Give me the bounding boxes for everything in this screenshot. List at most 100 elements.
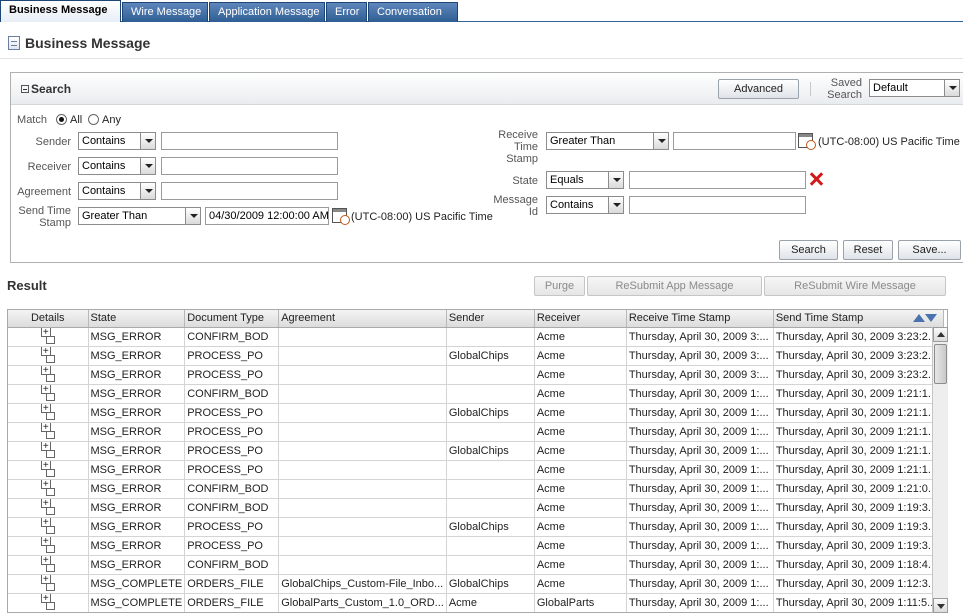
expand-details-icon[interactable] xyxy=(40,422,55,439)
table-row[interactable]: MSG_ERRORPROCESS_POGlobalChipsAcmeThursd… xyxy=(8,441,944,461)
collapse-icon[interactable] xyxy=(21,85,29,93)
state-operator-select[interactable]: Equals xyxy=(546,171,624,189)
agreement-operator-select[interactable]: Contains xyxy=(78,182,156,200)
table-row[interactable]: MSG_ERRORCONFIRM_BODAcmeThursday, April … xyxy=(8,498,944,518)
saved-search-select[interactable]: Default xyxy=(869,79,960,97)
purge-button[interactable]: Purge xyxy=(534,276,585,296)
message-id-operator-select[interactable]: Contains xyxy=(546,196,624,214)
tab-wire-message[interactable]: Wire Message xyxy=(122,2,208,22)
tab-business-message[interactable]: Business Message xyxy=(0,0,121,22)
sort-ascending-icon[interactable] xyxy=(912,314,925,322)
expand-details-icon[interactable] xyxy=(40,441,55,458)
expand-details-icon[interactable] xyxy=(40,498,55,515)
table-row[interactable]: MSG_ERRORPROCESS_POAcmeThursday, April 3… xyxy=(8,422,944,442)
expand-details-icon[interactable] xyxy=(40,555,55,572)
column-header-agreement[interactable]: Agreement xyxy=(278,310,447,328)
column-header-receiver[interactable]: Receiver xyxy=(534,310,627,328)
receive-time-input[interactable] xyxy=(673,132,796,150)
column-header-state[interactable]: State xyxy=(88,310,186,328)
expand-details-icon[interactable] xyxy=(40,403,55,420)
match-any-radio[interactable] xyxy=(88,114,99,125)
expand-details-icon[interactable] xyxy=(40,536,55,553)
column-header-details[interactable]: Details xyxy=(8,310,89,328)
expand-details-icon[interactable] xyxy=(40,574,55,591)
tab-conversation[interactable]: Conversation xyxy=(368,2,458,22)
details-cell[interactable] xyxy=(8,498,89,518)
details-cell[interactable] xyxy=(8,346,89,366)
scroll-thumb[interactable] xyxy=(934,344,947,384)
receive-time-operator-select[interactable]: Greater Than xyxy=(546,132,669,150)
resubmit-wire-message-button[interactable]: ReSubmit Wire Message xyxy=(764,276,946,296)
receiver-input[interactable] xyxy=(161,157,338,175)
message-id-input[interactable] xyxy=(629,196,806,214)
table-row[interactable]: MSG_ERRORCONFIRM_BODAcmeThursday, April … xyxy=(8,479,944,499)
chevron-down-icon[interactable] xyxy=(944,80,959,96)
calendar-icon[interactable] xyxy=(332,208,350,225)
reset-button[interactable]: Reset xyxy=(843,240,893,260)
chevron-down-icon[interactable] xyxy=(608,172,623,188)
table-row[interactable]: MSG_ERRORCONFIRM_BODAcmeThursday, April … xyxy=(8,384,944,404)
table-row[interactable]: MSG_ERRORPROCESS_POAcmeThursday, April 3… xyxy=(8,536,944,556)
expand-details-icon[interactable] xyxy=(40,593,55,610)
table-row[interactable]: MSG_ERRORPROCESS_POGlobalChipsAcmeThursd… xyxy=(8,517,944,537)
expand-details-icon[interactable] xyxy=(40,327,55,344)
expand-details-icon[interactable] xyxy=(40,384,55,401)
expand-details-icon[interactable] xyxy=(40,460,55,477)
resubmit-app-message-button[interactable]: ReSubmit App Message xyxy=(587,276,762,296)
vertical-scrollbar[interactable] xyxy=(932,327,948,613)
send-time-operator-select[interactable]: Greater Than xyxy=(78,207,201,225)
details-cell[interactable] xyxy=(8,384,89,404)
calendar-icon[interactable] xyxy=(798,133,816,150)
send-time-input[interactable]: 04/30/2009 12:00:00 AM xyxy=(205,207,329,225)
table-row[interactable]: MSG_ERRORCONFIRM_BODAcmeThursday, April … xyxy=(8,327,944,347)
chevron-down-icon[interactable] xyxy=(185,208,200,224)
details-cell[interactable] xyxy=(8,536,89,556)
expand-details-icon[interactable] xyxy=(40,517,55,534)
details-cell[interactable] xyxy=(8,593,89,612)
sort-descending-icon[interactable] xyxy=(924,314,937,322)
scroll-down-icon[interactable] xyxy=(933,598,948,613)
expand-details-icon[interactable] xyxy=(40,479,55,496)
details-cell[interactable] xyxy=(8,365,89,385)
details-cell[interactable] xyxy=(8,403,89,423)
table-row[interactable]: MSG_COMPLETEORDERS_FILEGlobalChips_Custo… xyxy=(8,574,944,594)
match-all-radio[interactable] xyxy=(56,114,67,125)
advanced-button[interactable]: Advanced xyxy=(718,79,799,99)
sender-operator-select[interactable]: Contains xyxy=(78,132,156,150)
table-row[interactable]: MSG_COMPLETEORDERS_FILEGlobalParts_Custo… xyxy=(8,593,944,612)
agreement-input[interactable] xyxy=(161,182,338,200)
sender-input[interactable] xyxy=(161,132,338,150)
details-cell[interactable] xyxy=(8,327,89,347)
details-cell[interactable] xyxy=(8,555,89,575)
table-row[interactable]: MSG_ERRORPROCESS_POGlobalChipsAcmeThursd… xyxy=(8,346,944,366)
column-header-document-type[interactable]: Document Type xyxy=(184,310,280,328)
details-cell[interactable] xyxy=(8,422,89,442)
details-cell[interactable] xyxy=(8,441,89,461)
chevron-down-icon[interactable] xyxy=(608,197,623,213)
chevron-down-icon[interactable] xyxy=(140,183,155,199)
clear-x-icon[interactable] xyxy=(809,172,823,186)
state-input[interactable] xyxy=(629,171,806,189)
chevron-down-icon[interactable] xyxy=(140,158,155,174)
column-header-send-time-stamp[interactable]: Send Time Stamp xyxy=(773,310,944,328)
tab-application-message[interactable]: Application Message xyxy=(209,2,325,22)
save-button[interactable]: Save... xyxy=(898,240,961,260)
receiver-operator-select[interactable]: Contains xyxy=(78,157,156,175)
search-toggle[interactable]: Search xyxy=(21,82,71,96)
table-row[interactable]: MSG_ERRORPROCESS_POAcmeThursday, April 3… xyxy=(8,365,944,385)
table-row[interactable]: MSG_ERRORPROCESS_POGlobalChipsAcmeThursd… xyxy=(8,403,944,423)
table-row[interactable]: MSG_ERRORPROCESS_POAcmeThursday, April 3… xyxy=(8,460,944,480)
search-button[interactable]: Search xyxy=(779,240,838,260)
chevron-down-icon[interactable] xyxy=(653,133,668,149)
column-header-sender[interactable]: Sender xyxy=(446,310,535,328)
expand-details-icon[interactable] xyxy=(40,346,55,363)
table-row[interactable]: MSG_ERRORCONFIRM_BODAcmeThursday, April … xyxy=(8,555,944,575)
details-cell[interactable] xyxy=(8,574,89,594)
details-cell[interactable] xyxy=(8,479,89,499)
details-cell[interactable] xyxy=(8,517,89,537)
expand-details-icon[interactable] xyxy=(40,365,55,382)
chevron-down-icon[interactable] xyxy=(140,133,155,149)
tab-error[interactable]: Error xyxy=(326,2,367,22)
details-cell[interactable] xyxy=(8,460,89,480)
scroll-up-icon[interactable] xyxy=(933,327,948,342)
